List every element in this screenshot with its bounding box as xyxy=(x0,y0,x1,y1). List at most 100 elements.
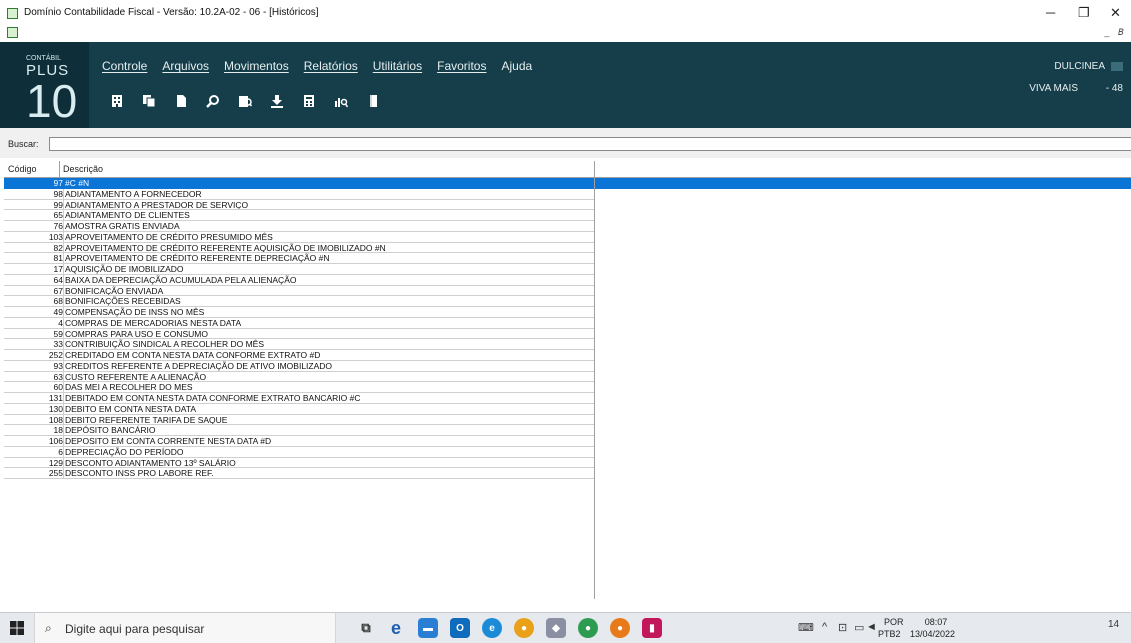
cell-descricao: #C #N xyxy=(65,178,90,188)
row-cell-divider xyxy=(63,350,64,361)
window-titlebar: Domínio Contabilidade Fiscal - Versão: 1… xyxy=(0,0,1131,42)
table-row[interactable]: 76 AMOSTRA GRATIS ENVIADA xyxy=(4,221,1131,232)
table-row[interactable]: 64 BAIXA DA DEPRECIAÇÃO ACUMULADA PELA AL… xyxy=(4,274,1131,286)
table-row[interactable]: 98 ADIANTAMENTO A FORNECEDOR xyxy=(4,188,1131,200)
table-row[interactable]: 81 APROVEITAMENTO DE CRÉDITO REFERENTE DE… xyxy=(4,253,1131,264)
language-indicator[interactable]: POR xyxy=(884,617,904,627)
table-row[interactable]: 130 DEBITO EM CONTA NESTA DATA xyxy=(4,403,1131,415)
keyboard-layout[interactable]: PTB2 xyxy=(878,629,901,639)
mail-icon[interactable] xyxy=(1111,62,1123,71)
row-cell-divider xyxy=(63,328,64,340)
row-cell-divider xyxy=(63,317,64,329)
table-row[interactable]: 33 CONTRIBUIÇÃO SINDICAL A RECOLHER DO MÊ… xyxy=(4,339,1131,350)
volume-muted-icon[interactable]: ◄ xyxy=(866,621,877,633)
cell-codigo: 97 xyxy=(53,178,63,188)
task-view-icon[interactable]: ⧉ xyxy=(356,618,376,638)
menu-ajuda[interactable]: Ajuda xyxy=(501,59,532,73)
row-cell-divider xyxy=(63,382,64,393)
logo-caption: CONTÁBIL xyxy=(26,55,62,62)
row-cell-divider xyxy=(63,274,64,286)
menu-arquivos[interactable]: Arquivos xyxy=(162,59,209,73)
display-icon[interactable]: ▭ xyxy=(854,621,864,634)
row-cell-divider xyxy=(63,285,64,297)
table-row[interactable]: 60 DAS MEI A RECOLHER DO MES xyxy=(4,382,1131,393)
table-row[interactable]: 131 DEBITADO EM CONTA NESTA DATA CONFORME… xyxy=(4,393,1131,404)
row-cell-divider xyxy=(63,253,64,264)
row-cell-divider xyxy=(63,414,64,426)
table-row[interactable]: 67 BONIFICAÇÃO ENVIADA xyxy=(4,285,1131,297)
table-row[interactable]: 6 DEPRECIAÇÃO DO PERÍODO xyxy=(4,446,1131,458)
menu-controle[interactable]: Controle xyxy=(102,59,147,73)
table-row[interactable]: 65 ADIANTAMENTO DE CLIENTES xyxy=(4,210,1131,221)
app-icon-gray[interactable]: ◆ xyxy=(546,618,566,638)
building-icon[interactable] xyxy=(104,88,130,114)
table-row[interactable]: 129 DESCONTO ADIANTAMENTO 13º SALÁRIO xyxy=(4,457,1131,469)
download-icon[interactable] xyxy=(264,88,290,114)
table-row[interactable]: 93 CREDITOS REFERENTE A DEPRECIAÇÃO DE AT… xyxy=(4,360,1131,372)
table-row[interactable]: 252 CREDITADO EM CONTA NESTA DATA CONFORM… xyxy=(4,350,1131,361)
row-cell-divider xyxy=(63,307,64,318)
search-icon[interactable] xyxy=(200,88,226,114)
row-cell-divider xyxy=(63,425,64,436)
menu-utilitarios[interactable]: Utilitários xyxy=(373,59,422,73)
toolbar xyxy=(104,88,386,114)
document-icon[interactable] xyxy=(168,88,194,114)
keyboard-icon[interactable]: ⌨ xyxy=(798,621,814,634)
window-title: Domínio Contabilidade Fiscal - Versão: 1… xyxy=(24,7,319,18)
table-row[interactable]: 4 COMPRAS DE MERCADORIAS NESTA DATA xyxy=(4,317,1131,329)
notification-icon[interactable]: 14 xyxy=(1108,619,1119,630)
table-row[interactable]: 59 COMPRAS PARA USO E CONSUMO xyxy=(4,328,1131,340)
menu-movimentos[interactable]: Movimentos xyxy=(224,59,289,73)
row-cell-divider xyxy=(63,188,64,200)
header-codigo[interactable]: Código xyxy=(8,164,37,174)
clock-time[interactable]: 08:07 xyxy=(911,617,961,627)
report-icon[interactable] xyxy=(232,88,258,114)
file-explorer-icon[interactable]: ▬ xyxy=(418,618,438,638)
search-input[interactable] xyxy=(49,137,1131,151)
child-window-icon[interactable] xyxy=(7,27,18,38)
copy-icon[interactable] xyxy=(136,88,162,114)
chevron-up-icon[interactable]: ^ xyxy=(822,621,827,633)
table-row[interactable]: 99 ADIANTAMENTO A PRESTADOR DE SERVIÇO xyxy=(4,199,1131,211)
child-window-controls[interactable]: _ 𝘉 xyxy=(1104,27,1127,38)
chrome-profile-icon[interactable]: ● xyxy=(578,618,598,638)
outlook-icon[interactable]: O xyxy=(450,618,470,638)
exit-door-icon[interactable] xyxy=(360,88,386,114)
table-row[interactable]: 106 DEPOSITO EM CONTA CORRENTE NESTA DATA… xyxy=(4,436,1131,447)
chart-search-icon[interactable] xyxy=(328,88,354,114)
table-row[interactable]: 68 BONIFICAÇÕES RECEBIDAS xyxy=(4,296,1131,307)
taskbar-search[interactable]: ⌕ Digite aqui para pesquisar xyxy=(34,613,336,643)
edge-legacy-icon[interactable]: e xyxy=(386,618,406,638)
restore-icon[interactable]: ❐ xyxy=(1078,5,1090,21)
table-row[interactable]: 97 #C #N xyxy=(4,178,1131,189)
header-separator[interactable] xyxy=(59,161,60,178)
close-icon[interactable]: ✕ xyxy=(1110,5,1121,21)
chrome-alt-icon[interactable]: ● xyxy=(610,618,630,638)
row-cell-divider xyxy=(63,446,64,458)
table-row[interactable]: 108 DEBITO REFERENTE TARIFA DE SAQUE xyxy=(4,414,1131,426)
calculator-icon[interactable] xyxy=(296,88,322,114)
minimize-icon[interactable]: ─ xyxy=(1046,5,1055,20)
app-banner xyxy=(0,42,1131,128)
logo-ten: 10 xyxy=(26,75,78,127)
windows-start-icon[interactable] xyxy=(10,621,24,635)
table-row[interactable]: 255 DESCONTO INSS PRO LABORE REF. xyxy=(4,468,1131,479)
row-cell-divider xyxy=(63,436,64,447)
network-icon[interactable]: ⊡ xyxy=(838,621,847,634)
dominio-app-icon[interactable]: ▮ xyxy=(642,618,662,638)
menu-favoritos[interactable]: Favoritos xyxy=(437,59,486,73)
table-row[interactable]: 82 APROVEITAMENTO DE CRÉDITO REFERENTE AQ… xyxy=(4,242,1131,254)
table-row[interactable]: 103 APROVEITAMENTO DE CRÉDITO PRESUMIDO M… xyxy=(4,231,1131,243)
edge-icon[interactable]: e xyxy=(482,618,502,638)
menu-relatorios[interactable]: Relatórios xyxy=(304,59,358,73)
row-gridline xyxy=(4,478,594,479)
main-menu: Controle Arquivos Movimentos Relatórios … xyxy=(102,59,532,73)
table-row[interactable]: 63 CUSTO REFERENTE A ALIENAÇÃO xyxy=(4,371,1131,383)
table-row[interactable]: 18 DEPÓSITO BANCÁRIO xyxy=(4,425,1131,436)
table-header: Código Descrição xyxy=(4,161,1131,178)
header-descricao[interactable]: Descrição xyxy=(63,164,103,174)
table-row[interactable]: 17 AQUISIÇÃO DE IMOBILIZADO xyxy=(4,264,1131,275)
table-row[interactable]: 49 COMPENSAÇÃO DE INSS NO MÊS xyxy=(4,307,1131,318)
clock-date[interactable]: 13/04/2022 xyxy=(910,629,955,639)
chrome-icon[interactable]: ● xyxy=(514,618,534,638)
